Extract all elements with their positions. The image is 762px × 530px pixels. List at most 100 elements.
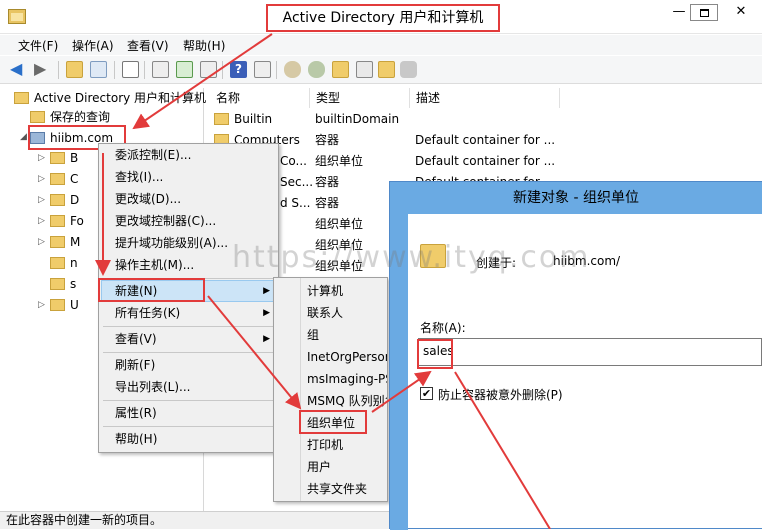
- protect-label: 防止容器被意外删除(P): [438, 388, 563, 402]
- refresh-icon[interactable]: [176, 61, 193, 78]
- folder-icon: [50, 257, 65, 269]
- domain-icon: [30, 132, 45, 144]
- new-user-icon[interactable]: [284, 61, 301, 78]
- menu-view[interactable]: 查看(V): [127, 37, 169, 54]
- submenu-item-ou[interactable]: 组织单位: [307, 412, 355, 434]
- column-header-desc[interactable]: 描述: [410, 88, 560, 108]
- submenu-item-shared-folder[interactable]: 共享文件夹: [307, 478, 367, 500]
- cell-type: 容器: [315, 175, 340, 189]
- tree-item[interactable]: n: [50, 253, 78, 273]
- tree-label: U: [70, 298, 79, 312]
- menu-bar: 文件(F) 操作(A) 查看(V) 帮助(H): [0, 35, 762, 55]
- copy-icon[interactable]: [152, 61, 169, 78]
- expand-icon[interactable]: ▷: [38, 174, 45, 184]
- menu-help[interactable]: 帮助(H): [183, 37, 225, 54]
- tree-item-saved-queries[interactable]: 保存的查询: [30, 107, 110, 127]
- tree-item[interactable]: B: [50, 148, 78, 168]
- expand-icon[interactable]: ▷: [38, 300, 45, 310]
- menu-item-operations-masters[interactable]: 操作主机(M)...: [115, 254, 194, 276]
- close-button[interactable]: ✕: [726, 4, 756, 22]
- delegate-icon[interactable]: [400, 61, 417, 78]
- menu-item-change-dc[interactable]: 更改域控制器(C)...: [115, 210, 216, 232]
- tree-item[interactable]: U: [50, 295, 79, 315]
- context-menu: 委派控制(E)... 查找(I)... 更改域(D)... 更改域控制器(C).…: [98, 143, 279, 453]
- tree-item[interactable]: Fo: [50, 211, 84, 231]
- cell-name: d S...: [280, 196, 311, 210]
- tree-root-label: Active Directory 用户和计算机: [34, 91, 207, 105]
- folder-icon: [50, 299, 65, 311]
- add-to-group-icon[interactable]: [378, 61, 395, 78]
- menu-item-export[interactable]: 导出列表(L)...: [115, 376, 191, 398]
- expand-icon[interactable]: ▷: [38, 153, 45, 163]
- menu-item-help[interactable]: 帮助(H): [115, 428, 157, 450]
- tree-label: D: [70, 193, 80, 207]
- maximize-button[interactable]: [690, 4, 718, 21]
- tree-label: 保存的查询: [50, 110, 111, 124]
- properties-icon[interactable]: [254, 61, 271, 78]
- menu-item-raise-level[interactable]: 提升域功能级别(A)...: [115, 232, 228, 254]
- new-ou-dialog: 新建对象 - 组织单位 创建于: hiibm.com/ 名称(A): sales…: [389, 181, 762, 530]
- submenu-item-contact[interactable]: 联系人: [307, 302, 343, 324]
- tree-root[interactable]: Active Directory 用户和计算机: [14, 88, 206, 108]
- menu-item-delegate[interactable]: 委派控制(E)...: [115, 144, 191, 166]
- expand-icon[interactable]: ▷: [38, 237, 45, 247]
- tree-label: n: [70, 256, 78, 270]
- back-icon[interactable]: ◀: [10, 61, 27, 78]
- submenu-item-user[interactable]: 用户: [307, 456, 331, 478]
- name-value: sales: [423, 344, 454, 358]
- dialog-title: 新建对象 - 组织单位: [390, 182, 762, 214]
- export-icon[interactable]: [200, 61, 217, 78]
- tree-label: Fo: [70, 214, 84, 228]
- cell-type: 容器: [315, 196, 340, 210]
- help-icon[interactable]: ?: [230, 61, 247, 78]
- submenu-item-computer[interactable]: 计算机: [307, 280, 343, 302]
- tree-item[interactable]: s: [50, 274, 76, 294]
- menu-item-properties[interactable]: 属性(R): [115, 402, 157, 424]
- expand-icon[interactable]: ▷: [38, 216, 45, 226]
- new-group-icon[interactable]: [308, 61, 325, 78]
- column-header-name[interactable]: 名称: [210, 88, 310, 108]
- filter-icon[interactable]: [356, 61, 373, 78]
- menu-item-change-domain[interactable]: 更改域(D)...: [115, 188, 181, 210]
- cell-name: Sec...: [280, 175, 314, 189]
- tree-label: C: [70, 172, 79, 186]
- menu-action[interactable]: 操作(A): [72, 37, 114, 54]
- submenu-item-msimaging[interactable]: msImaging-PSPs: [307, 368, 387, 390]
- submenu-item-group[interactable]: 组: [307, 324, 319, 346]
- tree-item[interactable]: D: [50, 190, 79, 210]
- submenu-item-printer[interactable]: 打印机: [307, 434, 343, 456]
- forward-icon[interactable]: ▶: [34, 61, 51, 78]
- cell-name: Builtin: [234, 112, 273, 126]
- tree-item[interactable]: M: [50, 232, 80, 252]
- menu-item-find[interactable]: 查找(I)...: [115, 166, 163, 188]
- menu-item-view[interactable]: 查看(V): [115, 328, 157, 350]
- cell-desc: Default container for ...: [415, 133, 555, 147]
- name-field[interactable]: sales: [418, 338, 762, 366]
- column-header-type[interactable]: 类型: [310, 88, 410, 108]
- submenu-arrow-icon: ▶: [263, 286, 270, 296]
- tree-label: B: [70, 151, 79, 165]
- show-tree-icon[interactable]: [90, 61, 107, 78]
- tree-label: s: [70, 277, 77, 291]
- expand-open-icon[interactable]: ◢: [20, 132, 27, 142]
- up-folder-icon[interactable]: [66, 61, 83, 78]
- protect-checkbox[interactable]: ✔: [420, 387, 433, 400]
- submenu-arrow-icon: ▶: [263, 334, 270, 344]
- new-submenu: 计算机 联系人 组 InetOrgPerson msImaging-PSPs M…: [273, 277, 388, 502]
- window-title: Active Directory 用户和计算机: [266, 4, 500, 32]
- folder-icon: [50, 215, 65, 227]
- tree-item[interactable]: C: [50, 169, 78, 189]
- menu-item-refresh[interactable]: 刷新(F): [115, 354, 155, 376]
- submenu-item-msmq[interactable]: MSMQ 队列别名: [307, 390, 387, 412]
- folder-icon: [50, 194, 65, 206]
- new-ou-icon[interactable]: [332, 61, 349, 78]
- menu-item-new[interactable]: 新建(N): [115, 280, 157, 302]
- submenu-item-inetorgperson[interactable]: InetOrgPerson: [307, 346, 387, 368]
- clipboard-icon[interactable]: [122, 61, 139, 78]
- ad-folder-icon: [14, 92, 29, 104]
- menu-file[interactable]: 文件(F): [18, 37, 58, 54]
- title-bar: Active Directory 用户和计算机 — ✕: [0, 0, 762, 34]
- folder-icon: [30, 111, 45, 123]
- expand-icon[interactable]: ▷: [38, 195, 45, 205]
- menu-item-all-tasks[interactable]: 所有任务(K): [115, 302, 180, 324]
